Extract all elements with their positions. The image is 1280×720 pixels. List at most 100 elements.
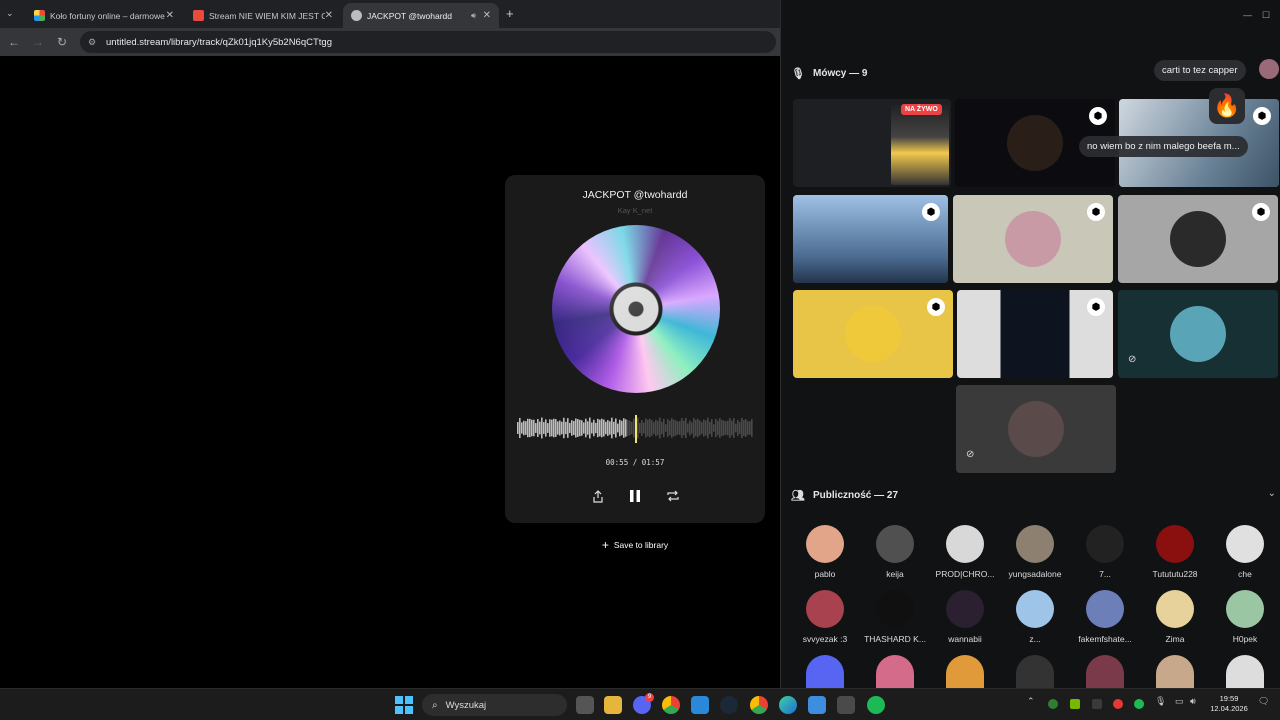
speaker-icon[interactable]: 🔊︎ xyxy=(471,11,476,21)
collapse-chevron-icon[interactable]: ⌄ xyxy=(1268,488,1276,499)
windows-start-icon[interactable] xyxy=(395,696,413,714)
tab-search-icon[interactable]: ⌄ xyxy=(6,8,14,19)
avatar[interactable] xyxy=(1156,655,1194,688)
taskbar-search[interactable]: ⌕ Wyszukaj xyxy=(422,694,567,716)
avatar[interactable] xyxy=(1226,655,1264,688)
waveform-bar xyxy=(683,420,685,436)
close-tab-icon[interactable]: ✕ xyxy=(325,10,333,21)
network-icon[interactable]: ▭ xyxy=(1175,696,1184,707)
edge-icon[interactable] xyxy=(779,696,797,714)
new-tab-icon[interactable]: + xyxy=(506,6,514,21)
close-tab-icon[interactable]: ✕ xyxy=(483,10,491,21)
avatar xyxy=(1016,590,1054,628)
spotify-icon[interactable] xyxy=(867,696,885,714)
waveform-bar xyxy=(599,419,601,437)
audience-member[interactable]: pablo xyxy=(790,525,860,579)
waveform-bar xyxy=(681,418,683,438)
speaker-tile-screen-share[interactable]: NA ŻYWO xyxy=(793,99,951,187)
photos-icon[interactable] xyxy=(691,696,709,714)
waveform-bar xyxy=(549,419,551,437)
microphone-tray-icon[interactable]: 🎙︎ xyxy=(1155,696,1166,707)
waveform-bar xyxy=(577,419,579,437)
avatar[interactable] xyxy=(876,655,914,688)
forward-icon[interactable]: → xyxy=(26,35,50,49)
pause-icon[interactable] xyxy=(626,487,644,505)
avatar[interactable] xyxy=(1086,655,1124,688)
address-bar[interactable]: ⚙ untitled.stream/library/track/qZk01jq1… xyxy=(80,31,776,53)
audience-label: Publiczność — 27 xyxy=(813,490,899,501)
audience-member[interactable]: Zima xyxy=(1140,590,1210,644)
playhead[interactable] xyxy=(635,415,637,443)
waveform-bar xyxy=(563,417,565,439)
file-explorer-icon[interactable] xyxy=(604,696,622,714)
speaker-tile-avatar-red[interactable]: ⊘ xyxy=(956,385,1116,473)
speaker-tile-window-cam[interactable]: ⬢ xyxy=(793,195,948,283)
audience-member[interactable]: yungsadalone xyxy=(1000,525,1070,579)
tray-app-icon[interactable] xyxy=(1113,699,1123,709)
search-icon: ⌕ xyxy=(432,699,438,711)
volume-icon[interactable]: 🔊︎ xyxy=(1190,696,1196,707)
tab-wheel-of-fortune[interactable]: Koło fortuny online – darmowe ✕ xyxy=(26,3,182,28)
waveform-bar xyxy=(749,421,751,435)
tab-title: Stream NIE WIEM KIM JEST ON xyxy=(209,10,325,21)
audience-member[interactable]: che xyxy=(1210,525,1280,579)
tray-app-icon[interactable] xyxy=(1048,699,1058,709)
tab-stream[interactable]: Stream NIE WIEM KIM JEST ON ✕ xyxy=(185,3,341,28)
audience-member[interactable]: 7... xyxy=(1070,525,1140,579)
audience-member[interactable]: PROD|CHRO... xyxy=(930,525,1000,579)
waveform-bar xyxy=(543,422,545,434)
audience-member[interactable]: wannabii xyxy=(930,590,1000,644)
audience-name: pablo xyxy=(814,569,836,579)
steam-icon[interactable] xyxy=(720,696,738,714)
speaker-avatar xyxy=(1005,211,1061,267)
speaker-tile-avatar-scream[interactable]: ⬢ xyxy=(793,290,953,378)
disc-shine xyxy=(552,225,720,393)
audience-name: z... xyxy=(1029,634,1041,644)
audience-member[interactable]: H0pek xyxy=(1210,590,1280,644)
notifications-icon[interactable]: 🗨︎ xyxy=(1258,696,1269,707)
avatar[interactable] xyxy=(806,655,844,688)
minimize-icon[interactable]: — xyxy=(1243,10,1252,20)
chrome-profile-icon[interactable] xyxy=(750,696,768,714)
audience-member[interactable]: fakemfshate... xyxy=(1070,590,1140,644)
audience-member[interactable]: svvyezak :3 xyxy=(790,590,860,644)
tab-jackpot[interactable]: JACKPOT @twohardd 🔊︎ ✕ xyxy=(343,3,499,28)
site-info-icon[interactable]: ⚙ xyxy=(88,37,98,47)
waveform-bar xyxy=(597,418,599,438)
audience-member[interactable]: Tutututu228 xyxy=(1140,525,1210,579)
waveform-bar xyxy=(651,420,653,436)
calculator-icon[interactable] xyxy=(837,696,855,714)
repeat-icon[interactable] xyxy=(664,487,682,505)
avatar[interactable] xyxy=(1016,655,1054,688)
save-to-library-button[interactable]: + Save to library xyxy=(590,534,680,556)
tray-app-icon[interactable] xyxy=(1092,699,1102,709)
badge-count: 9 xyxy=(647,694,652,700)
speaker-tile-avatar-bear[interactable]: ⬢ xyxy=(953,195,1113,283)
clock-time: 19:59 xyxy=(1219,694,1239,703)
untitled-favicon-icon xyxy=(351,10,362,21)
audience-header[interactable]: 👥︎ Publiczność — 27 xyxy=(791,489,898,502)
tray-spotify-icon[interactable] xyxy=(1134,699,1144,709)
chrome-icon[interactable] xyxy=(662,696,680,714)
task-view-icon[interactable] xyxy=(576,696,594,714)
share-icon[interactable] xyxy=(589,487,607,505)
clock[interactable]: 19:59 12.04.2026 xyxy=(1206,694,1252,714)
reload-icon[interactable]: ↻ xyxy=(50,35,74,49)
audience-member[interactable]: keija xyxy=(860,525,930,579)
back-icon[interactable]: ← xyxy=(2,35,26,49)
moderator-shield-icon: ⬢ xyxy=(1087,298,1105,316)
audience-member[interactable]: z... xyxy=(1000,590,1070,644)
notepad-icon[interactable] xyxy=(808,696,826,714)
waveform-bar xyxy=(669,420,671,436)
maximize-icon[interactable]: ☐ xyxy=(1262,10,1270,21)
audience-member[interactable]: THASHARD K... xyxy=(860,590,930,644)
close-tab-icon[interactable]: ✕ xyxy=(166,10,174,21)
chat-text: carti to tez capper xyxy=(1162,65,1238,76)
muted-mic-icon: ⊘ xyxy=(967,354,976,365)
speaker-tile-manga-night[interactable]: ⬢ ⊘ xyxy=(957,290,1113,378)
tray-app-icon[interactable] xyxy=(1070,699,1080,709)
tray-chevron-icon[interactable]: ⌃ xyxy=(1027,696,1035,707)
speaker-tile-avatar-split[interactable]: ⊘ xyxy=(1118,290,1278,378)
speaker-tile-avatar-dark-circle[interactable]: ⬢ xyxy=(1118,195,1278,283)
avatar[interactable] xyxy=(946,655,984,688)
